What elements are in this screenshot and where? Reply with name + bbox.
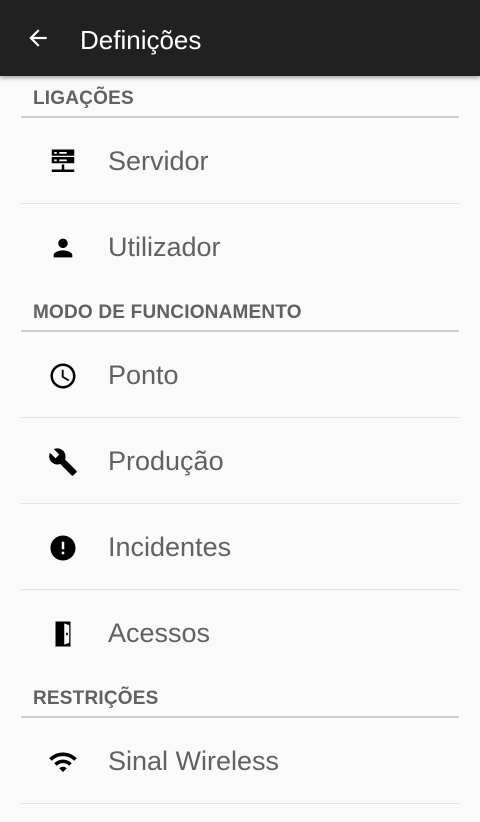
section-header-ligacoes: LIGAÇÕES <box>0 76 480 118</box>
wifi-icon <box>48 747 78 777</box>
app-bar: Definições <box>0 0 480 76</box>
settings-item-acessos[interactable]: Acessos <box>0 590 480 676</box>
settings-list: LIGAÇÕES Servidor Utilizador MODO DE FUN… <box>0 76 480 804</box>
settings-item-label: Incidentes <box>108 532 232 562</box>
settings-item-label: Utilizador <box>108 232 221 262</box>
back-button[interactable] <box>14 18 62 58</box>
section-header-label: LIGAÇÕES <box>33 88 134 109</box>
settings-item-servidor[interactable]: Servidor <box>0 118 480 204</box>
settings-item-incidentes[interactable]: Incidentes <box>0 504 480 590</box>
settings-item-sinal-wireless[interactable]: Sinal Wireless <box>0 718 480 804</box>
clock-icon <box>48 361 78 391</box>
section-header-restricoes: RESTRIÇÕES <box>0 676 480 718</box>
arrow-back-icon <box>25 25 51 51</box>
item-divider <box>21 803 459 804</box>
person-icon <box>48 233 78 263</box>
section-header-label: RESTRIÇÕES <box>33 688 159 709</box>
settings-item-label: Servidor <box>108 146 209 176</box>
settings-item-label: Acessos <box>108 618 211 648</box>
door-icon <box>48 619 78 649</box>
settings-item-ponto[interactable]: Ponto <box>0 332 480 418</box>
section-header-label: MODO DE FUNCIONAMENTO <box>33 302 302 323</box>
section-header-modo: MODO DE FUNCIONAMENTO <box>0 290 480 332</box>
server-icon <box>48 147 78 177</box>
wrench-icon <box>48 447 78 477</box>
settings-item-producao[interactable]: Produção <box>0 418 480 504</box>
page-title: Definições <box>80 25 202 55</box>
alert-icon <box>48 533 78 563</box>
settings-item-label: Ponto <box>108 360 179 390</box>
settings-item-utilizador[interactable]: Utilizador <box>0 204 480 290</box>
settings-item-label: Sinal Wireless <box>108 746 280 776</box>
settings-item-label: Produção <box>108 446 224 476</box>
